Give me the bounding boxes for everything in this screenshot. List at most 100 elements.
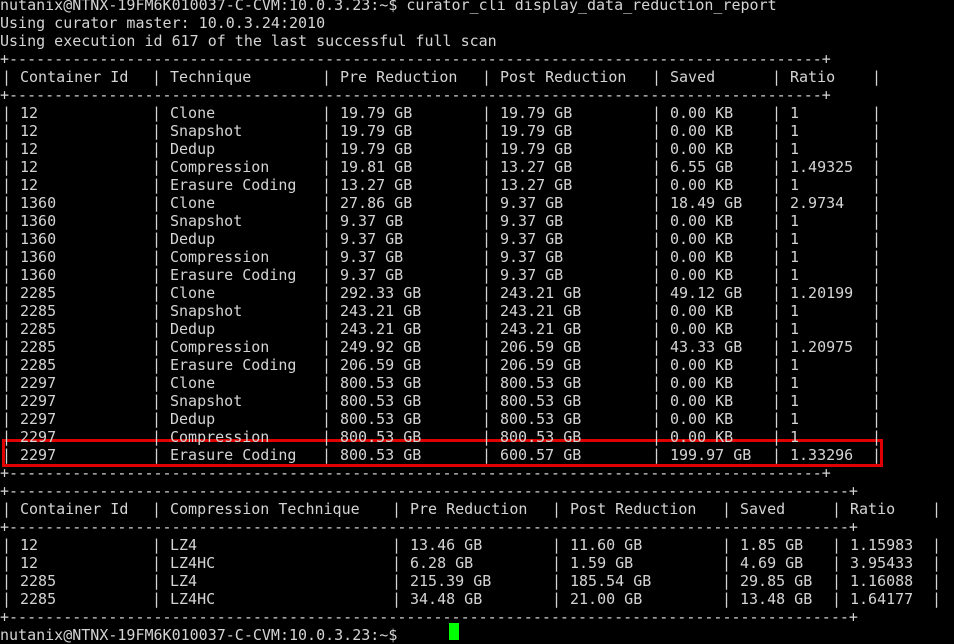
column-separator: |	[872, 140, 882, 158]
cell: Clone	[170, 104, 216, 122]
column-separator: |	[652, 338, 662, 356]
terminal-window[interactable]: nutanix@NTNX-19FM6K010037-C-CVM:10.0.3.2…	[0, 0, 954, 644]
column-separator: |	[392, 554, 402, 572]
column-separator: |	[322, 338, 332, 356]
column-separator: |	[872, 320, 882, 338]
column-separator: |	[2, 158, 12, 176]
column-separator: |	[322, 356, 332, 374]
column-separator: |	[772, 68, 782, 86]
column-separator: |	[722, 572, 732, 590]
table-border: +---------------------------------------…	[0, 608, 858, 626]
cell: Ratio	[790, 68, 836, 86]
column-separator: |	[872, 356, 882, 374]
column-separator: |	[722, 536, 732, 554]
column-separator: |	[722, 590, 732, 608]
column-separator: |	[152, 572, 162, 590]
cell: 0.00 KB	[670, 410, 734, 428]
column-separator: |	[872, 176, 882, 194]
cell: 1	[790, 212, 800, 230]
cell: 243.21 GB	[340, 320, 422, 338]
cell: Compression	[170, 428, 270, 446]
column-separator: |	[832, 500, 842, 518]
column-separator: |	[2, 302, 12, 320]
column-separator: |	[152, 158, 162, 176]
cell: 12	[20, 122, 39, 140]
cell: Container Id	[20, 68, 129, 86]
column-separator: |	[2, 446, 12, 464]
column-separator: |	[482, 284, 492, 302]
column-separator: |	[152, 248, 162, 266]
column-separator: |	[652, 122, 662, 140]
table-border: +---------------------------------------…	[0, 464, 831, 482]
column-separator: |	[152, 194, 162, 212]
cell: 800.53 GB	[340, 446, 422, 464]
column-separator: |	[482, 248, 492, 266]
cell: 0.00 KB	[670, 230, 734, 248]
column-separator: |	[932, 572, 942, 590]
column-separator: |	[152, 428, 162, 446]
cell: Compression	[170, 248, 270, 266]
cell: 2297	[20, 410, 57, 428]
column-separator: |	[872, 122, 882, 140]
column-separator: |	[152, 392, 162, 410]
column-separator: |	[482, 356, 492, 374]
cell: Snapshot	[170, 302, 243, 320]
cell: 0.00 KB	[670, 392, 734, 410]
column-separator: |	[2, 410, 12, 428]
table-border: +---------------------------------------…	[0, 50, 831, 68]
cell: 12	[20, 158, 39, 176]
column-separator: |	[832, 554, 842, 572]
column-separator: |	[652, 410, 662, 428]
column-separator: |	[322, 410, 332, 428]
column-separator: |	[2, 140, 12, 158]
cell: 0.00 KB	[670, 104, 734, 122]
column-separator: |	[772, 122, 782, 140]
cell: 0.00 KB	[670, 356, 734, 374]
cell: 800.53 GB	[500, 410, 582, 428]
cell: 1.16088	[850, 572, 914, 590]
column-separator: |	[392, 500, 402, 518]
cell: 9.37 GB	[500, 194, 564, 212]
column-separator: |	[152, 68, 162, 86]
column-separator: |	[482, 104, 492, 122]
column-separator: |	[392, 536, 402, 554]
column-separator: |	[322, 68, 332, 86]
cell: 1.20199	[790, 284, 854, 302]
column-separator: |	[872, 410, 882, 428]
column-separator: |	[322, 122, 332, 140]
column-separator: |	[772, 302, 782, 320]
column-separator: |	[152, 266, 162, 284]
cell: Snapshot	[170, 212, 243, 230]
cell: 800.53 GB	[340, 374, 422, 392]
cell: Compression	[170, 338, 270, 356]
column-separator: |	[482, 374, 492, 392]
column-separator: |	[652, 68, 662, 86]
column-separator: |	[772, 446, 782, 464]
cell: 800.53 GB	[500, 392, 582, 410]
column-separator: |	[2, 536, 12, 554]
cell: Saved	[670, 68, 716, 86]
cell: 19.81 GB	[340, 158, 413, 176]
column-separator: |	[932, 590, 942, 608]
cell: 1	[790, 428, 800, 446]
column-separator: |	[482, 212, 492, 230]
cell: Dedup	[170, 320, 216, 338]
column-separator: |	[482, 320, 492, 338]
cell: 1	[790, 374, 800, 392]
column-separator: |	[482, 176, 492, 194]
column-separator: |	[152, 410, 162, 428]
column-separator: |	[152, 230, 162, 248]
cell: 215.39 GB	[410, 572, 492, 590]
cell: 0.00 KB	[670, 320, 734, 338]
column-separator: |	[872, 284, 882, 302]
column-separator: |	[772, 266, 782, 284]
column-separator: |	[2, 320, 12, 338]
column-separator: |	[652, 320, 662, 338]
column-separator: |	[322, 374, 332, 392]
cell: LZ4HC	[170, 590, 216, 608]
column-separator: |	[772, 320, 782, 338]
column-separator: |	[872, 158, 882, 176]
column-separator: |	[152, 212, 162, 230]
column-separator: |	[2, 122, 12, 140]
cell: Snapshot	[170, 122, 243, 140]
